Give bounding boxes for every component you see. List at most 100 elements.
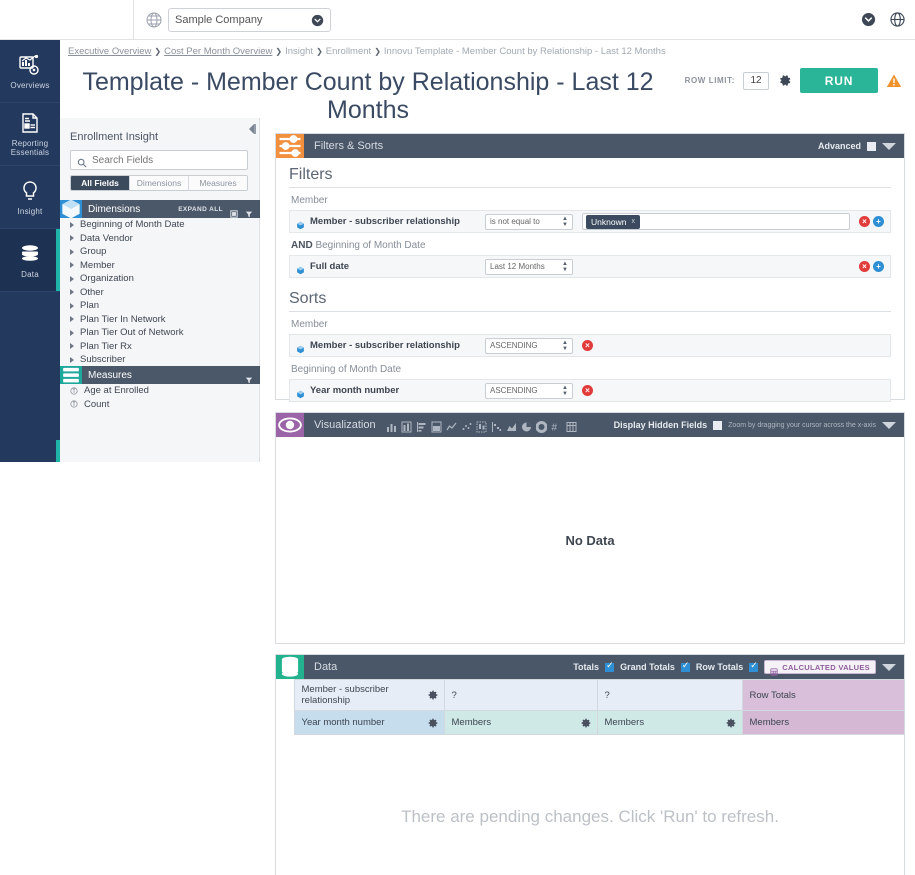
box-plot-icon[interactable] — [476, 420, 487, 432]
expand-triangle-icon[interactable] — [70, 262, 74, 269]
table-header-cell[interactable]: Row Totals — [741, 679, 905, 711]
donut-chart-icon[interactable] — [535, 420, 548, 433]
sort-row-actions: × — [582, 340, 593, 351]
expand-triangle-icon[interactable] — [70, 356, 74, 363]
table-header-cell[interactable]: Year month number — [293, 710, 445, 735]
totals-checkbox[interactable] — [605, 660, 615, 672]
row-limit-input[interactable] — [743, 71, 769, 90]
expand-triangle-icon[interactable] — [70, 289, 74, 296]
collapse-square-icon[interactable] — [230, 205, 238, 218]
dimension-field-row[interactable]: Plan Tier Rx — [60, 340, 260, 354]
table-header-cell[interactable]: Members — [443, 710, 598, 735]
gear-icon[interactable] — [726, 718, 736, 728]
expand-triangle-icon[interactable] — [70, 248, 74, 255]
funnel-icon[interactable] — [245, 205, 253, 218]
table-header-cell[interactable]: ? — [596, 679, 743, 711]
dimension-field-row[interactable]: Other — [60, 286, 260, 300]
chevron-down-circle-icon[interactable] — [311, 14, 324, 27]
horizontal-bar-icon[interactable] — [416, 420, 427, 432]
remove-circle-icon[interactable]: × — [859, 216, 870, 227]
dimension-field-label: Other — [80, 286, 104, 298]
tab-all-fields[interactable]: All Fields — [71, 176, 130, 190]
dimension-field-row[interactable]: Plan Tier In Network — [60, 313, 260, 327]
table-header-cell[interactable]: Members — [741, 710, 905, 735]
expand-triangle-icon[interactable] — [70, 343, 74, 350]
dimension-field-row[interactable]: Subscriber — [60, 353, 260, 367]
dimension-field-row[interactable]: Data Vendor — [60, 232, 260, 246]
line-chart-icon[interactable] — [446, 420, 457, 431]
table-header-cell[interactable]: ? — [443, 679, 598, 711]
dimension-field-row[interactable]: Organization — [60, 272, 260, 286]
gear-icon[interactable] — [777, 73, 792, 88]
breadcrumb-item-1[interactable]: Cost Per Month Overview — [164, 46, 272, 57]
stacked-bar-icon[interactable] — [401, 420, 412, 432]
sidebar-item-data[interactable]: Data — [0, 229, 60, 292]
area-chart-icon[interactable] — [506, 420, 517, 431]
expand-triangle-icon[interactable] — [70, 316, 74, 323]
close-icon[interactable]: x — [631, 218, 635, 225]
pie-chart-icon[interactable] — [521, 420, 532, 431]
chevron-down-circle-icon[interactable] — [861, 12, 876, 27]
caret-down-icon[interactable] — [882, 142, 896, 150]
expand-triangle-icon[interactable] — [70, 302, 74, 309]
gear-icon[interactable] — [428, 690, 438, 700]
table-header-cell[interactable]: Member - subscriber relationship — [293, 679, 445, 711]
remove-circle-icon[interactable]: × — [859, 261, 870, 272]
expand-all-button[interactable]: EXPAND ALL — [178, 206, 223, 213]
company-selector[interactable]: Sample Company — [168, 8, 331, 32]
grouped-bar-icon[interactable] — [431, 420, 442, 432]
sidebar-item-insight[interactable]: Insight — [0, 166, 60, 229]
gear-icon[interactable] — [581, 718, 591, 728]
gear-icon[interactable] — [428, 718, 438, 728]
waterfall-icon[interactable] — [491, 420, 502, 432]
table-icon[interactable] — [566, 420, 577, 432]
caret-down-icon[interactable] — [882, 421, 896, 429]
dimension-field-row[interactable]: Beginning of Month Date — [60, 218, 260, 232]
calculated-values-button[interactable]: CALCULATED VALUES — [764, 660, 876, 676]
remove-circle-icon[interactable]: × — [582, 340, 593, 351]
help-globe-icon[interactable] — [890, 12, 905, 27]
table-header-cell[interactable]: Members — [596, 710, 743, 735]
advanced-checkbox[interactable] — [867, 141, 876, 151]
measures-group-header[interactable]: Measures — [60, 366, 260, 384]
breadcrumb-item-3[interactable]: Enrollment — [326, 46, 371, 57]
remove-circle-icon[interactable]: × — [582, 385, 593, 396]
sort-direction-select[interactable]: ASCENDING ▲ ▼ — [485, 382, 573, 399]
dimensions-group-header[interactable]: Dimensions EXPAND ALL — [60, 199, 260, 219]
measure-field-row[interactable]: Count — [60, 398, 260, 412]
search-fields-wrapper[interactable] — [70, 150, 248, 170]
display-hidden-fields-checkbox[interactable] — [713, 420, 723, 430]
caret-down-icon[interactable] — [882, 663, 896, 671]
run-button[interactable]: RUN — [800, 68, 878, 93]
filter-operator-select[interactable]: Last 12 Months ▲ ▼ — [485, 258, 573, 275]
sidebar-item-reporting-essentials[interactable]: Reporting Essentials — [0, 103, 60, 166]
dimension-field-row[interactable]: Member — [60, 259, 260, 273]
row-totals-checkbox[interactable] — [749, 660, 759, 672]
breadcrumb-item-2[interactable]: Insight — [285, 46, 313, 57]
scatter-plot-icon[interactable] — [461, 420, 472, 431]
sort-direction-select[interactable]: ASCENDING ▲ ▼ — [485, 337, 573, 354]
expand-triangle-icon[interactable] — [70, 329, 74, 336]
filter-operator-select[interactable]: is not equal to ▲ ▼ — [485, 213, 573, 230]
dimension-field-row[interactable]: Group — [60, 245, 260, 259]
collapse-panel-icon[interactable] — [247, 121, 257, 134]
bar-chart-icon[interactable] — [386, 420, 397, 432]
expand-triangle-icon[interactable] — [70, 221, 74, 228]
dimension-field-row[interactable]: Plan Tier Out of Network — [60, 326, 260, 340]
add-circle-icon[interactable]: + — [873, 216, 884, 227]
add-circle-icon[interactable]: + — [873, 261, 884, 272]
filter-value-tokens[interactable]: Unknown x — [582, 213, 850, 230]
number-icon[interactable]: # — [551, 420, 562, 433]
dimension-field-row[interactable]: Plan — [60, 299, 260, 313]
expand-triangle-icon[interactable] — [70, 235, 74, 242]
tab-measures[interactable]: Measures — [189, 176, 247, 190]
warning-triangle-icon[interactable] — [886, 73, 902, 88]
breadcrumb-item-0[interactable]: Executive Overview — [68, 46, 151, 57]
expand-triangle-icon[interactable] — [70, 275, 74, 282]
funnel-icon[interactable] — [245, 371, 253, 384]
grand-totals-checkbox[interactable] — [680, 660, 690, 672]
measure-field-row[interactable]: Age at Enrolled — [60, 384, 260, 398]
search-input[interactable] — [92, 154, 241, 166]
sidebar-item-overviews[interactable]: Overviews — [0, 40, 60, 103]
tab-dimensions[interactable]: Dimensions — [130, 176, 189, 190]
